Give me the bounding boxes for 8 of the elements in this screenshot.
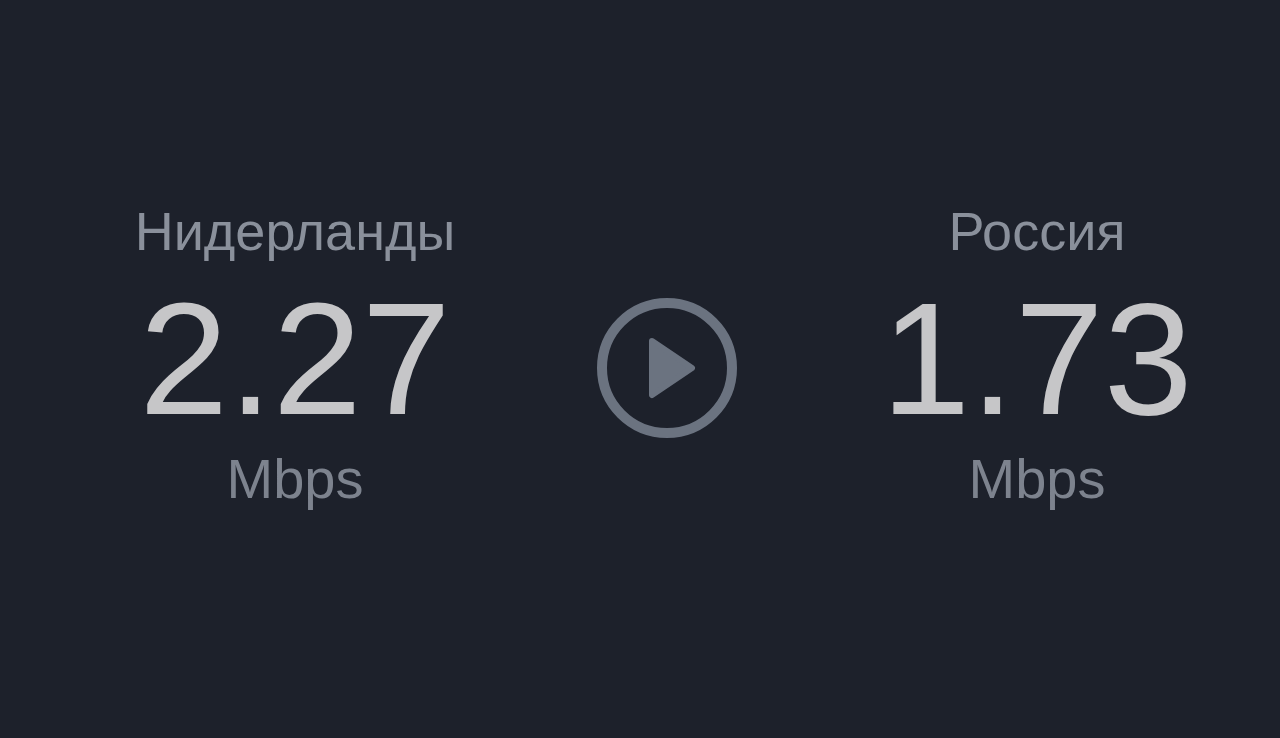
- speed-value: 1.73: [881, 274, 1193, 444]
- location-label: Нидерланды: [134, 200, 456, 263]
- location-label: Россия: [948, 200, 1126, 263]
- play-button[interactable]: [596, 297, 738, 439]
- speed-unit: Mbps: [968, 446, 1106, 512]
- speed-value: 2.27: [139, 274, 451, 444]
- play-icon: [596, 297, 738, 439]
- speed-unit: Mbps: [226, 446, 364, 512]
